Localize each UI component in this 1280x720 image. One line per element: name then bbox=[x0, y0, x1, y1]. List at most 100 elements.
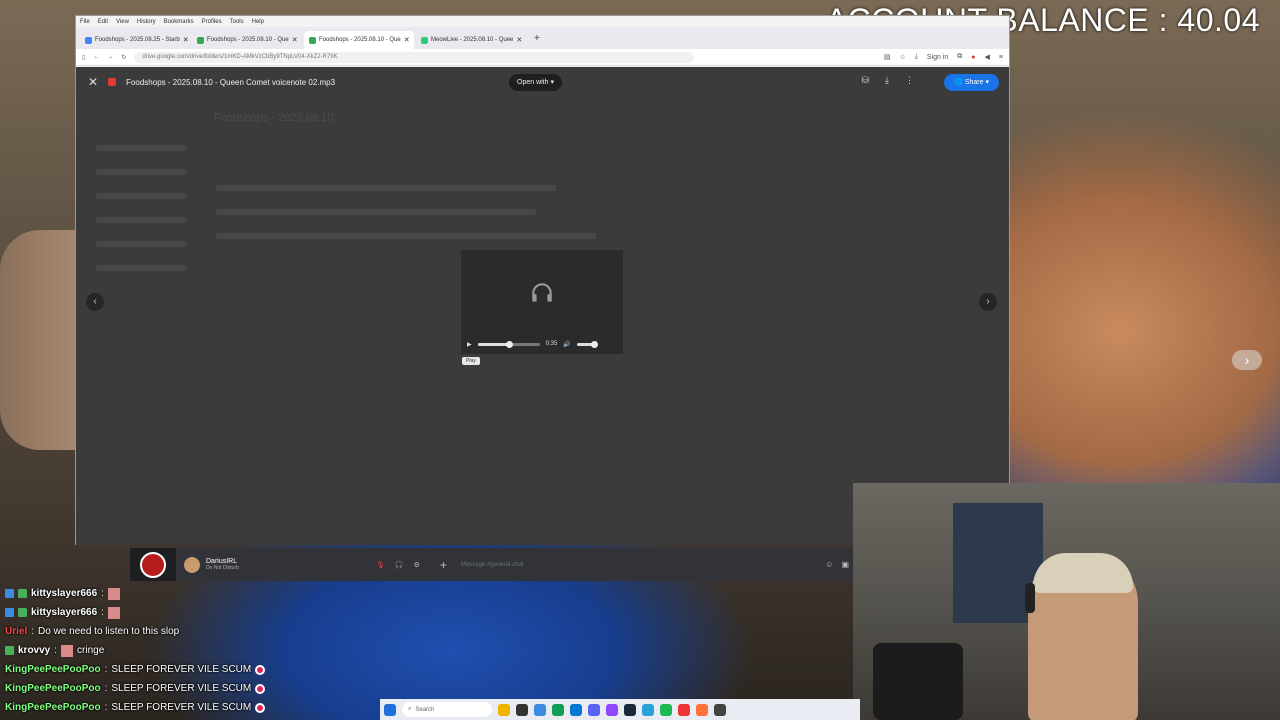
reload-icon[interactable]: ↻ bbox=[121, 54, 126, 61]
tab-label: Foodshops - 2025.08.10 - Que bbox=[207, 37, 289, 43]
file-explorer-icon[interactable] bbox=[498, 703, 510, 716]
tab-close-icon[interactable]: ✕ bbox=[516, 36, 522, 44]
tab-favicon-icon bbox=[421, 36, 428, 44]
volume-icon[interactable]: 🔊 bbox=[563, 341, 570, 348]
browser-tab[interactable]: MeowLive - 2025.08.10 - Quee ✕ bbox=[416, 31, 526, 49]
tab-label: MeowLive - 2025.08.10 - Quee bbox=[431, 37, 514, 43]
menu-view[interactable]: View bbox=[116, 19, 129, 25]
headset-icon bbox=[1025, 583, 1035, 613]
deafen-icon[interactable]: 🎧 bbox=[395, 561, 404, 569]
taskbar-search[interactable]: ⌕ Search bbox=[402, 702, 492, 717]
tab-favicon-icon bbox=[309, 36, 316, 44]
browser-tab[interactable]: Foodshops - 2025.08.10 - Que ✕ bbox=[192, 31, 302, 49]
menu-profiles[interactable]: Profiles bbox=[202, 19, 222, 25]
discord-icon[interactable] bbox=[588, 703, 600, 716]
search-icon: ⌕ bbox=[408, 706, 412, 712]
previous-file-icon[interactable]: ‹ bbox=[86, 293, 104, 311]
firefox-icon[interactable] bbox=[696, 703, 708, 716]
reader-icon[interactable]: ▤ bbox=[884, 53, 891, 61]
server-thumbnail[interactable] bbox=[130, 548, 176, 581]
chat-message: KingPeePeePooPoo: SLEEP FOREVER VILE SCUM bbox=[0, 679, 420, 698]
telegram-icon[interactable] bbox=[642, 703, 654, 716]
toolbar-right: ▤ ☆ ⤓ Sign in ⧉ ● ◀ ≡ bbox=[884, 53, 1003, 61]
headphones-icon bbox=[532, 283, 552, 302]
play-tooltip: Play bbox=[462, 357, 480, 365]
tab-close-icon[interactable]: ✕ bbox=[404, 36, 410, 44]
audio-player: ▶ 0:35 🔊 Play bbox=[461, 250, 623, 365]
settings-gear-icon[interactable]: ⚙ bbox=[414, 561, 420, 569]
menu-bar: File Edit View History Bookmarks Profile… bbox=[76, 16, 1009, 27]
chat-text: Do we need to listen to this slop bbox=[38, 626, 180, 637]
progress-fill bbox=[477, 342, 509, 346]
edge-icon[interactable] bbox=[534, 703, 546, 716]
menu-tools[interactable]: Tools bbox=[230, 19, 244, 25]
ghost-sidebar bbox=[96, 127, 186, 289]
chat-username: krovvy bbox=[18, 645, 51, 656]
next-file-icon[interactable]: › bbox=[979, 293, 997, 311]
menu-file[interactable]: File bbox=[80, 19, 90, 25]
start-icon[interactable] bbox=[384, 703, 396, 716]
discord-user-panel[interactable]: DariusIRL Do Not Disturb bbox=[176, 556, 396, 573]
steam-icon[interactable] bbox=[624, 703, 636, 716]
open-with-button[interactable]: Open with ▾ bbox=[509, 74, 562, 91]
menu-help[interactable]: Help bbox=[252, 19, 264, 25]
bookmark-star-icon[interactable]: ☆ bbox=[899, 53, 905, 61]
chat-message: KingPeePeePooPoo: SLEEP FOREVER VILE SCUM bbox=[0, 660, 420, 679]
discord-status: Do Not Disturb bbox=[206, 565, 239, 571]
browser-tab-active[interactable]: Foodshops - 2025.08.10 - Que ✕ bbox=[304, 31, 414, 49]
menu-edit[interactable]: Edit bbox=[98, 19, 108, 25]
twitch-icon[interactable] bbox=[606, 703, 618, 716]
mute-icon[interactable]: 🎙 bbox=[376, 561, 385, 569]
obs-icon[interactable] bbox=[714, 703, 726, 716]
chat-username: kittyslayer666 bbox=[31, 588, 98, 599]
download-icon[interactable]: ⤓ bbox=[915, 53, 918, 61]
browser-tab[interactable]: Foodshops - 2025.08.25 - Starb ✕ bbox=[80, 31, 190, 49]
stream-scene: › ACCOUNT BALANCE : 40.04 File Edit View… bbox=[0, 0, 1280, 720]
tab-strip: Foodshops - 2025.08.25 - Starb ✕ Foodshop… bbox=[76, 27, 1009, 49]
account-sign-in[interactable]: Sign in bbox=[927, 54, 948, 61]
play-icon[interactable]: ▶ bbox=[467, 341, 472, 348]
extension-red-icon[interactable]: ● bbox=[971, 54, 975, 61]
tab-label: Foodshops - 2025.08.10 - Que bbox=[319, 37, 401, 43]
volume-slider[interactable] bbox=[576, 340, 598, 348]
mod-badge-icon bbox=[18, 608, 27, 617]
volume-knob[interactable] bbox=[590, 340, 598, 348]
ghost-folder-title: Foodshops - 2025.08.10 bbox=[214, 112, 334, 124]
chat-username: Uriel bbox=[5, 626, 28, 637]
emoji-icon[interactable]: ☺ bbox=[825, 560, 833, 569]
new-tab-icon[interactable]: + bbox=[528, 33, 546, 44]
progress-slider[interactable] bbox=[477, 340, 540, 348]
task-view-icon[interactable] bbox=[516, 703, 528, 716]
address-bar[interactable]: drive.google.com/drive/folders/1mKD-AMkV… bbox=[134, 51, 695, 63]
menu-bookmarks[interactable]: Bookmarks bbox=[164, 19, 194, 25]
player-controls: ▶ 0:35 🔊 bbox=[467, 338, 619, 350]
spotify-icon[interactable] bbox=[660, 703, 672, 716]
share-button[interactable]: 🌐 Share ▾ bbox=[944, 74, 999, 91]
add-shortcut-icon[interactable]: ⛁ bbox=[861, 75, 869, 86]
gif-icon[interactable]: ▣ bbox=[841, 560, 849, 569]
message-input[interactable]: Message #general-chat bbox=[461, 562, 825, 568]
progress-knob[interactable] bbox=[505, 340, 513, 348]
extensions-icon[interactable]: ⧉ bbox=[957, 53, 962, 61]
add-attachment-icon[interactable]: + bbox=[440, 558, 447, 572]
close-icon[interactable]: ✕ bbox=[88, 75, 98, 89]
chrome-icon[interactable] bbox=[552, 703, 564, 716]
mod-badge-icon bbox=[5, 646, 14, 655]
more-vert-icon[interactable]: ⋮ bbox=[905, 75, 914, 86]
tab-close-icon[interactable]: ✕ bbox=[183, 36, 189, 44]
discord-username: DariusIRL bbox=[206, 558, 238, 565]
chat-message: KingPeePeePooPoo: SLEEP FOREVER VILE SCUM bbox=[0, 698, 420, 717]
forward-icon[interactable]: → bbox=[107, 54, 113, 60]
download-icon[interactable]: ⤓ bbox=[885, 75, 889, 86]
menu-history[interactable]: History bbox=[137, 19, 156, 25]
megaphone-icon[interactable]: ◀ bbox=[985, 53, 990, 61]
hamburger-menu-icon[interactable]: ≡ bbox=[999, 54, 1003, 61]
tab-close-icon[interactable]: ✕ bbox=[292, 36, 298, 44]
youtube-icon[interactable] bbox=[678, 703, 690, 716]
back-icon[interactable]: ← bbox=[93, 54, 99, 60]
chat-username: KingPeePeePooPoo bbox=[5, 702, 101, 713]
store-icon[interactable] bbox=[570, 703, 582, 716]
emote-icon bbox=[107, 606, 120, 619]
sidebar-toggle-icon[interactable]: ▯ bbox=[82, 54, 85, 61]
discord-bar: DariusIRL Do Not Disturb 🎙 🎧 ⚙ + Message… bbox=[130, 548, 855, 581]
